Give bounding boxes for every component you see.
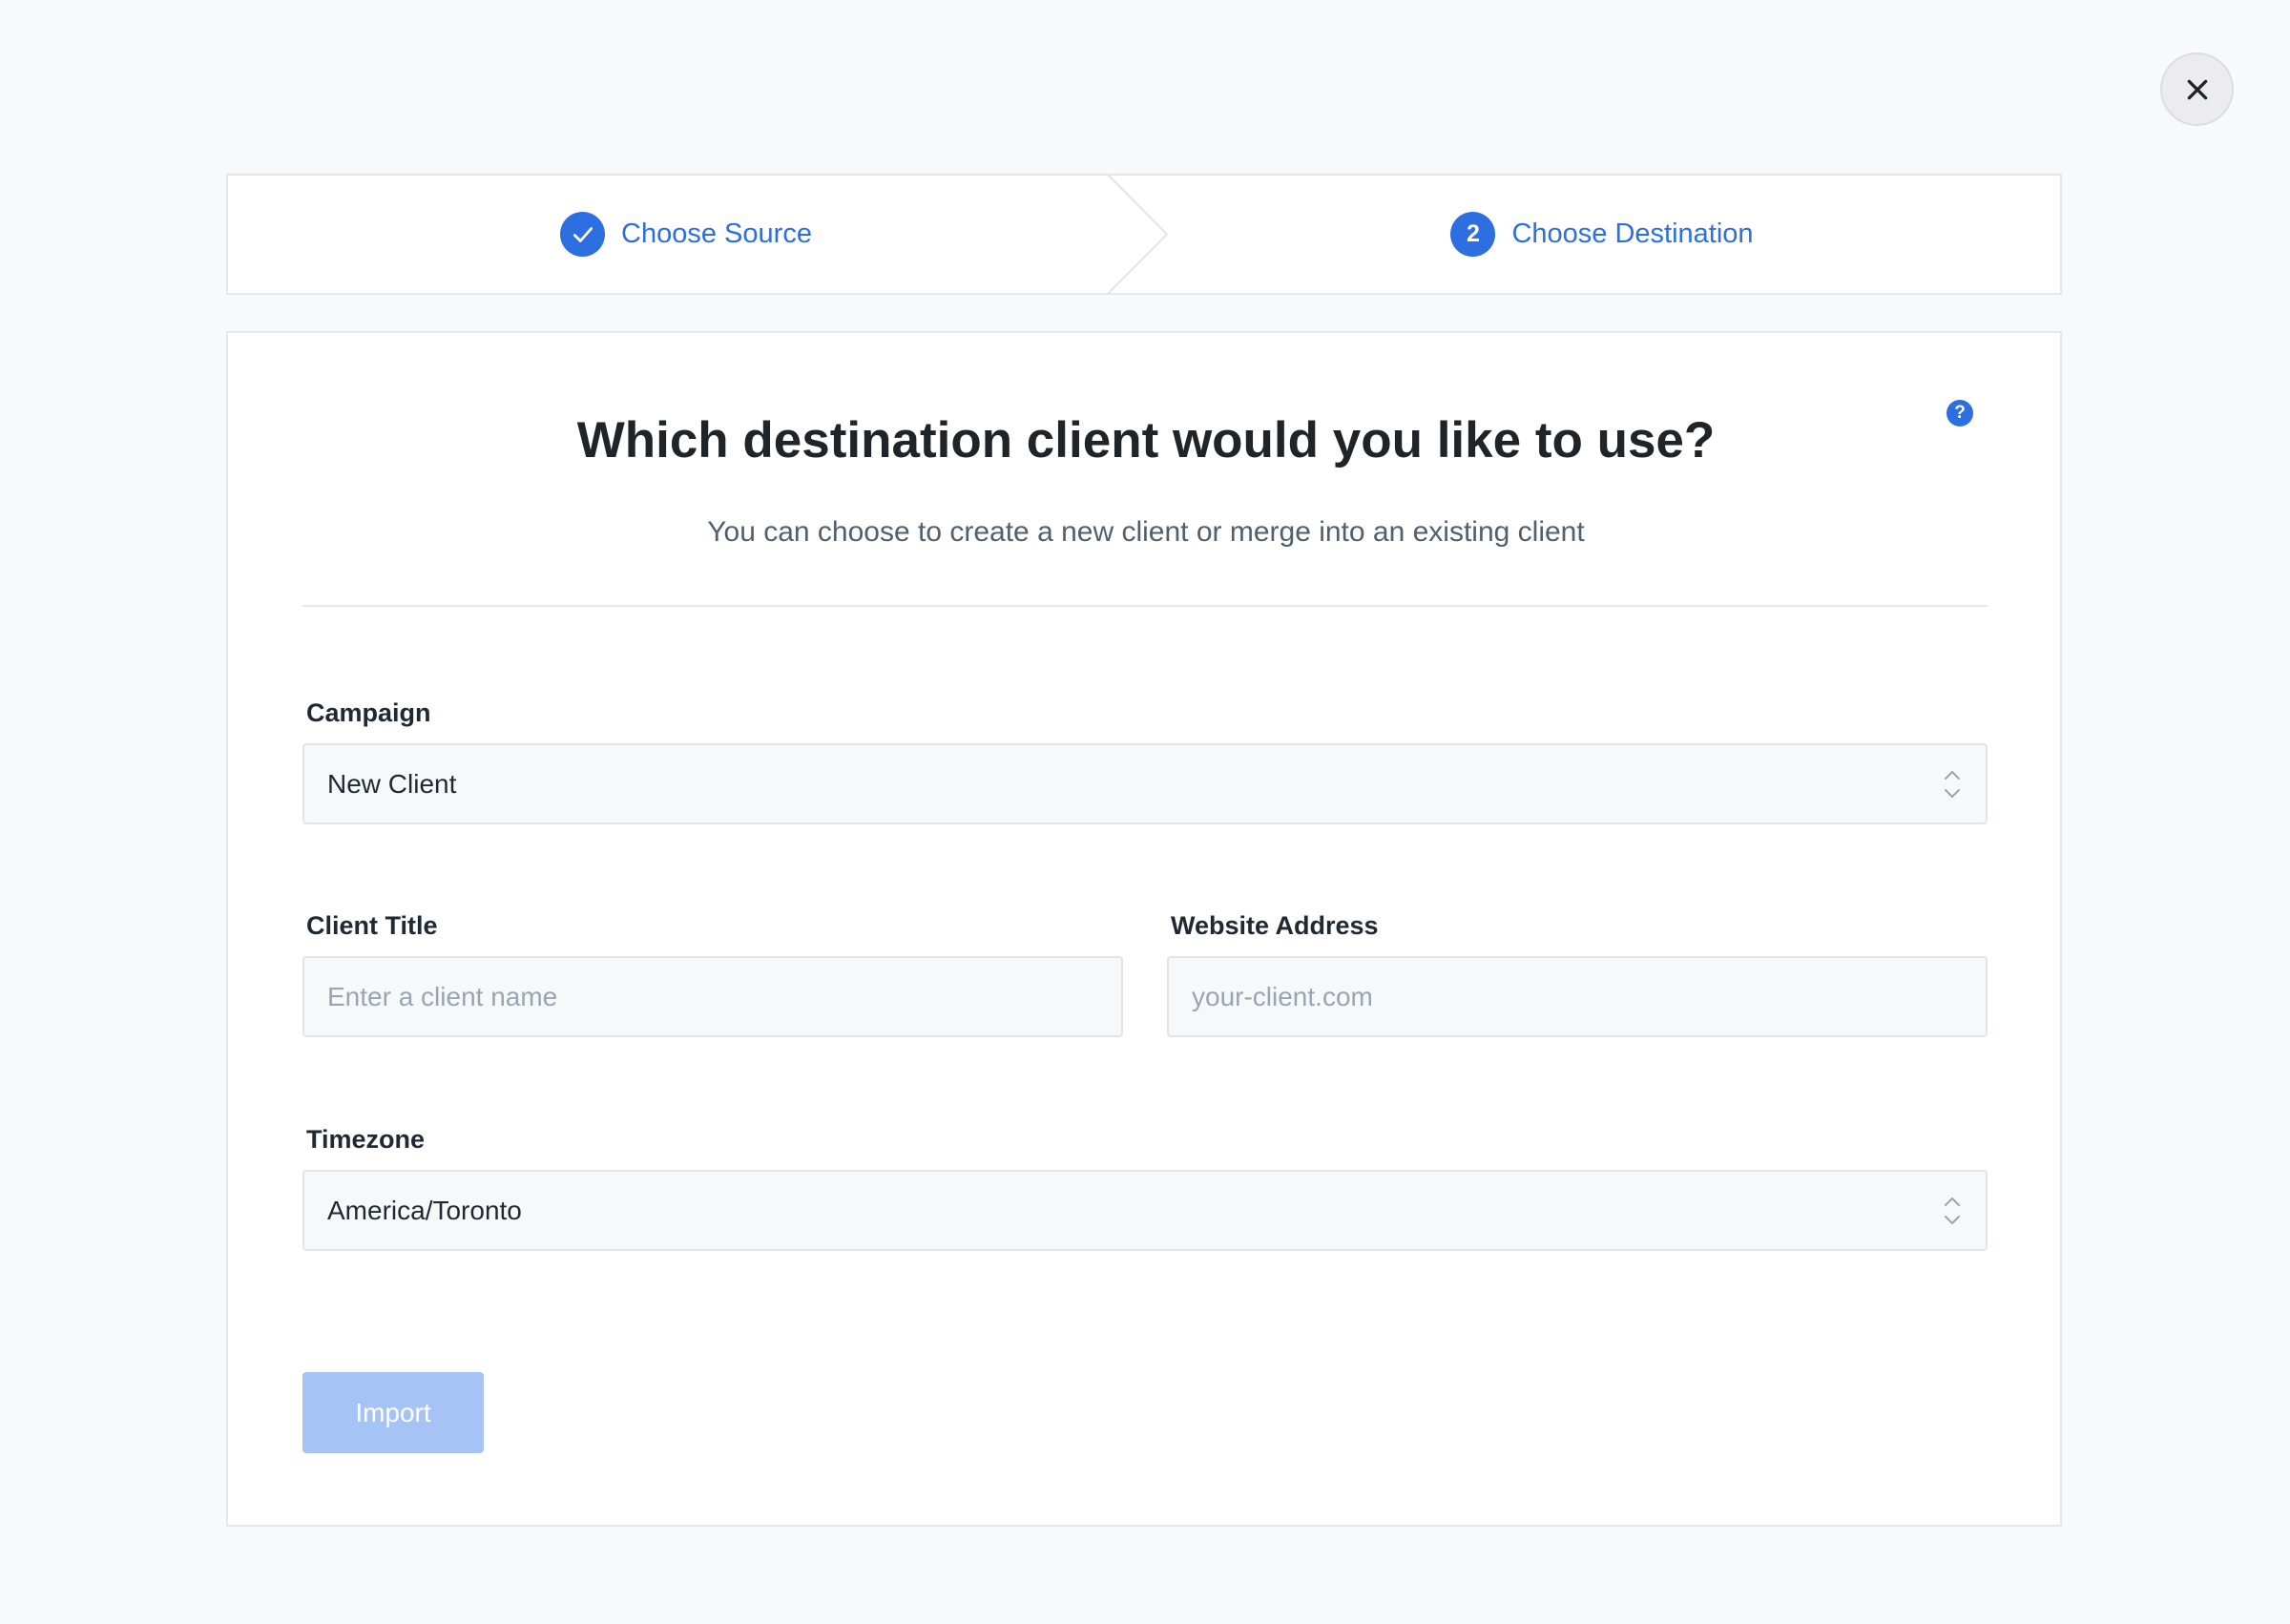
timezone-label: Timezone <box>306 1125 426 1154</box>
client-title-input[interactable] <box>327 958 1098 1035</box>
import-button[interactable]: Import <box>302 1372 484 1453</box>
step-label: Choose Destination <box>1511 219 1754 249</box>
website-address-field-wrapper <box>1167 956 1988 1037</box>
checkmark-icon <box>572 226 593 242</box>
timezone-selected-value: America/Toronto <box>327 1195 522 1225</box>
divider <box>302 605 1988 607</box>
page-subtitle: You can choose to create a new client or… <box>707 516 1585 548</box>
step-choose-source[interactable]: Choose Source <box>228 176 1144 293</box>
client-title-label: Client Title <box>306 911 438 940</box>
page-title: Which destination client would you like … <box>576 412 1716 468</box>
close-icon <box>2187 79 2207 99</box>
step-number-badge: 2 <box>1450 212 1496 257</box>
website-address-input[interactable] <box>1192 958 1963 1035</box>
step-completed-badge <box>560 212 606 257</box>
client-title-field-wrapper <box>302 956 1123 1037</box>
step-label: Choose Source <box>621 219 812 249</box>
close-button[interactable] <box>2160 52 2234 126</box>
destination-card: ? Which destination client would you lik… <box>226 331 2062 1527</box>
website-address-label: Website Address <box>1171 911 1379 940</box>
chevron-up-down-icon <box>1945 770 1960 798</box>
campaign-label: Campaign <box>306 698 431 727</box>
step-choose-destination[interactable]: 2 Choose Destination <box>1144 176 2060 293</box>
campaign-select[interactable]: New Client <box>302 743 1988 824</box>
timezone-select[interactable]: America/Toronto <box>302 1170 1988 1251</box>
stepper: Choose Source 2 Choose Destination <box>226 174 2062 295</box>
chevron-up-down-icon <box>1945 1197 1960 1224</box>
campaign-selected-value: New Client <box>327 768 457 799</box>
